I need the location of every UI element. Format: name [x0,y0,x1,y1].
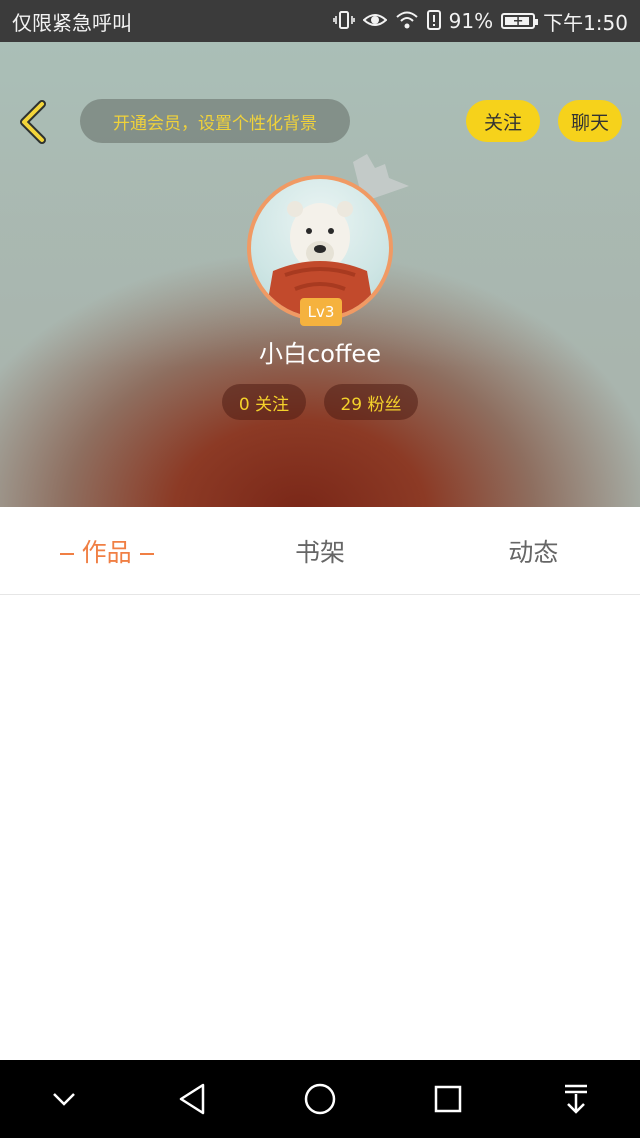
following-count[interactable]: 0 关注 [222,384,306,420]
fans-count[interactable]: 29 粉丝 [324,384,418,420]
tab-works[interactable]: 作品 [0,533,213,569]
recents-nav-button[interactable] [418,1069,478,1129]
back-triangle-icon [179,1083,205,1115]
download-icon [565,1084,587,1114]
status-time: 下午1:50 [543,10,628,35]
system-nav-bar [0,1060,640,1138]
vibrate-icon [332,10,355,33]
battery-icon: + [501,13,539,29]
alert-battery-icon [426,9,441,33]
back-nav-button[interactable] [162,1069,222,1129]
back-button[interactable] [16,100,52,144]
tab-bookshelf[interactable]: 书架 [213,533,426,569]
carrier-text: 仅限紧急呼叫 [12,10,132,35]
tab-works-label: 作品 [81,537,132,567]
eye-icon [362,11,388,32]
chevron-down-icon [53,1093,75,1106]
hide-nav-button[interactable] [34,1069,94,1129]
tab-activity-label: 动态 [508,537,559,567]
battery-percent: 91% [448,9,494,33]
tab-content-area [0,596,640,1060]
profile-tabs: 作品 书架 动态 [0,507,640,595]
polar-bear-avatar-icon [265,201,375,317]
nickname: 小白coffee [259,340,381,368]
tab-active-dash-left [59,552,74,555]
wifi-icon [395,10,419,33]
level-badge: Lv3 [300,298,342,326]
tab-activity[interactable]: 动态 [427,533,640,569]
follow-button[interactable]: 关注 [466,100,540,142]
profile-header: 开通会员，设置个性化背景 关注 聊天 Lv3 小白coffee 0 关注 29 … [0,42,640,507]
home-circle-icon [304,1083,336,1115]
status-bar: 仅限紧急呼叫 91% + 下午1:50 [0,0,640,42]
chevron-left-icon [20,100,46,144]
vip-background-prompt[interactable]: 开通会员，设置个性化背景 [80,99,350,143]
tab-bookshelf-label: 书架 [294,537,345,567]
status-icons: 91% + 下午1:50 [332,7,628,36]
home-nav-button[interactable] [290,1069,350,1129]
chat-button[interactable]: 聊天 [558,100,622,142]
charging-icon: + [512,13,524,29]
notification-nav-button[interactable] [546,1069,606,1129]
recents-square-icon [434,1085,462,1113]
tab-active-dash-right [139,552,154,555]
